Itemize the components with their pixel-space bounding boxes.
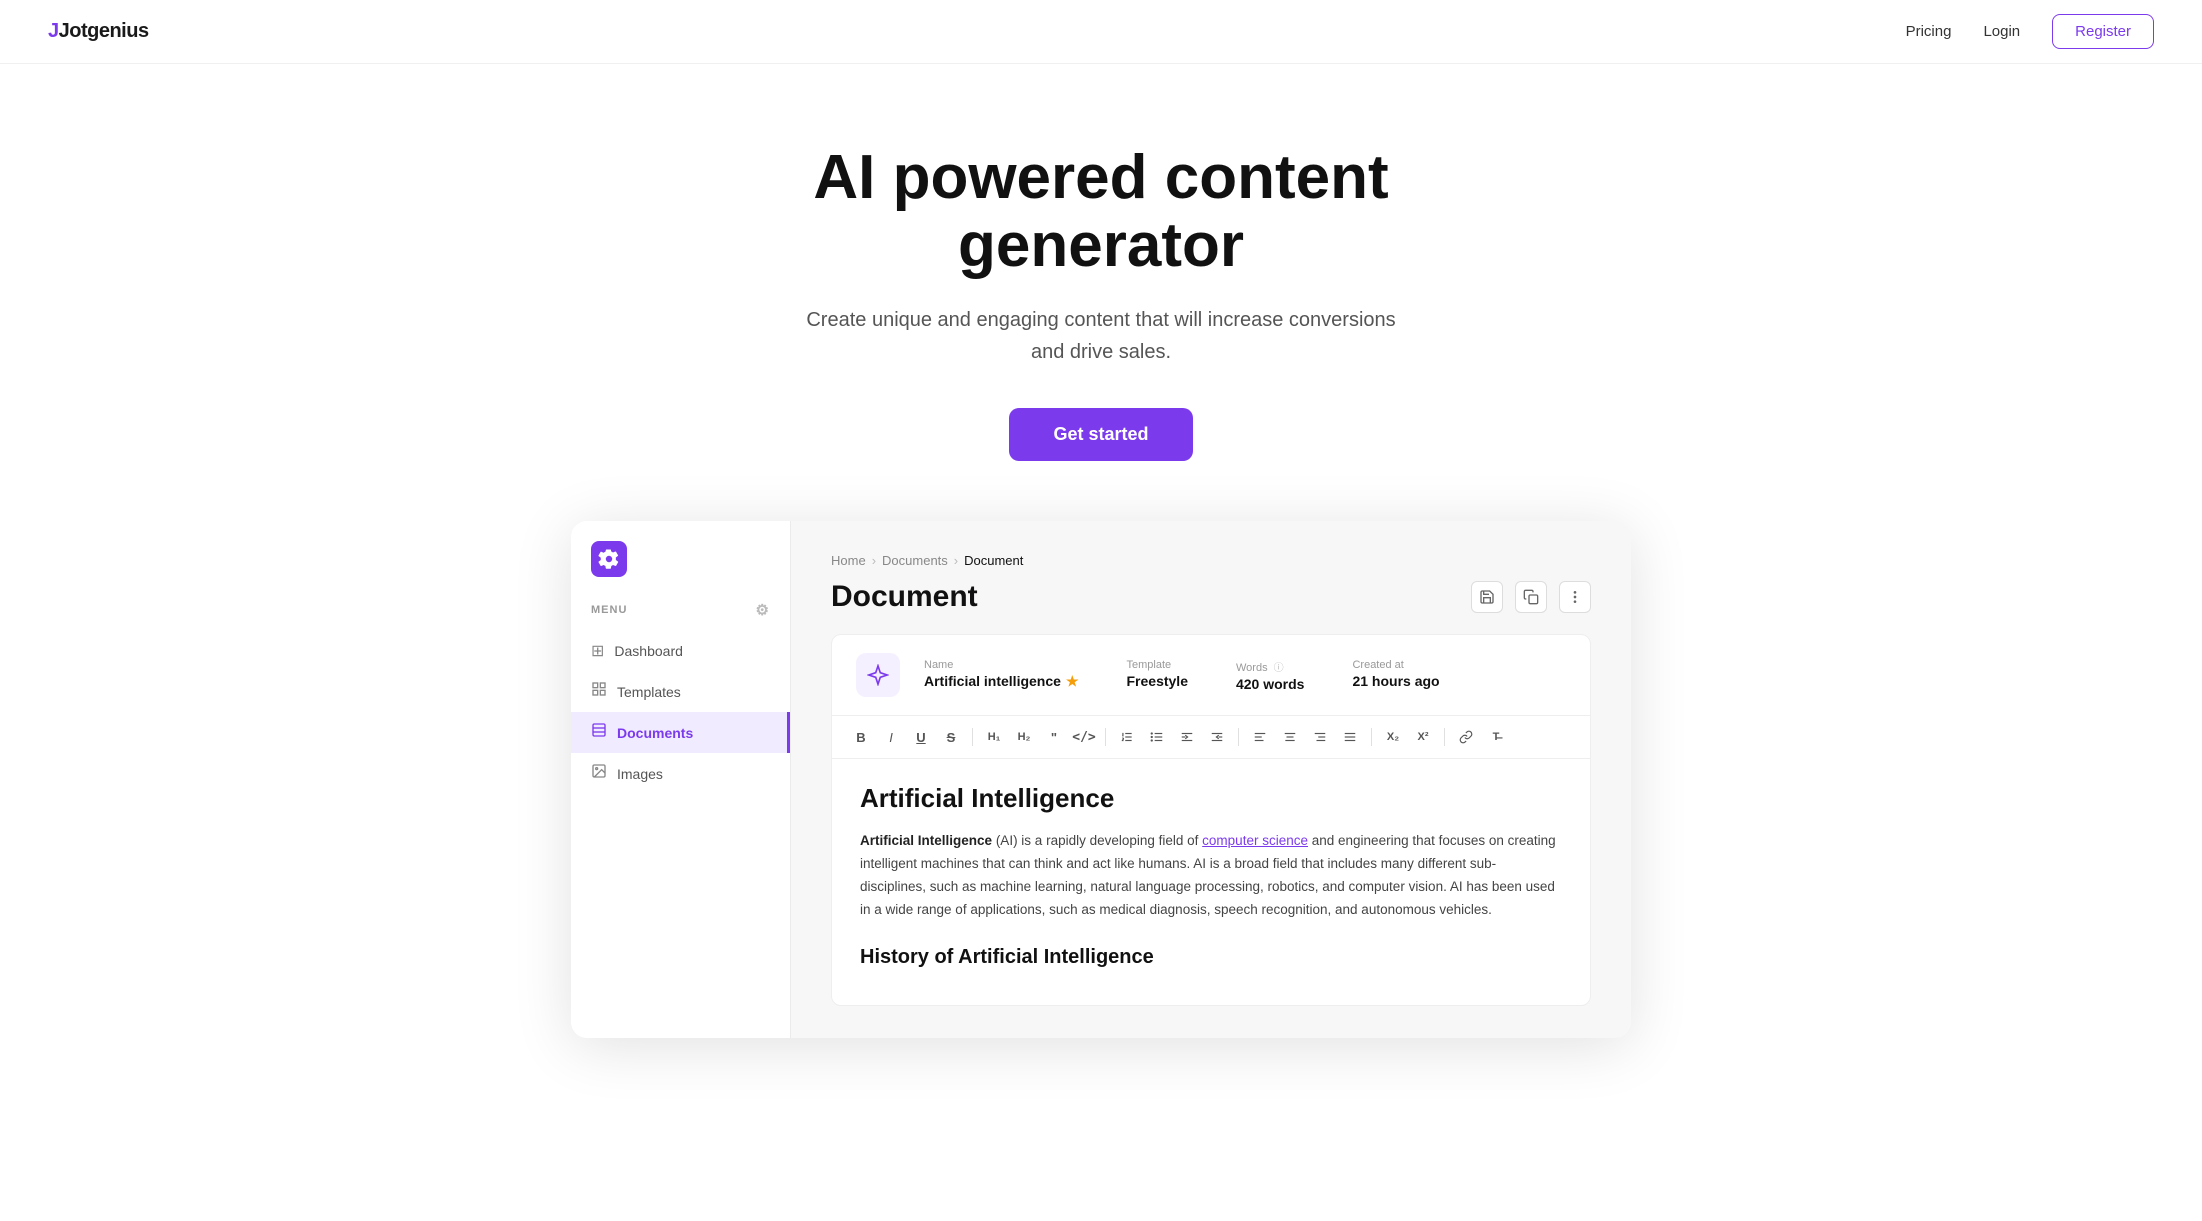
sidebar-item-templates[interactable]: Templates [571, 671, 790, 712]
toolbar-separator-3 [1238, 728, 1239, 746]
link-button[interactable] [1453, 724, 1479, 750]
align-left-button[interactable] [1247, 724, 1273, 750]
name-label: Name [924, 659, 1079, 671]
indent-button[interactable] [1174, 724, 1200, 750]
nav-links: Pricing Login Register [1906, 14, 2154, 49]
content-link-cs[interactable]: computer science [1202, 833, 1308, 848]
hero-section: AI powered content generator Create uniq… [0, 64, 2202, 521]
register-button[interactable]: Register [2052, 14, 2154, 49]
template-label: Template [1127, 659, 1188, 671]
sidebar-item-documents[interactable]: Documents [571, 712, 790, 753]
breadcrumb: Home › Documents › Document [831, 553, 1591, 568]
more-button[interactable] [1559, 581, 1591, 613]
document-card: Name Artificial intelligence ★ Template … [831, 634, 1591, 1006]
doc-meta-fields: Name Artificial intelligence ★ Template … [924, 659, 1440, 692]
sidebar-menu-header: MENU ⚙ [571, 601, 790, 631]
pricing-link[interactable]: Pricing [1906, 23, 1952, 40]
document-header: Document [831, 580, 1591, 614]
documents-icon [591, 722, 607, 743]
justify-button[interactable] [1337, 724, 1363, 750]
get-started-button[interactable]: Get started [1009, 408, 1192, 461]
sidebar-item-label: Dashboard [614, 643, 683, 659]
outdent-button[interactable] [1204, 724, 1230, 750]
doc-meta-template: Template Freestyle [1127, 659, 1188, 692]
app-window: MENU ⚙ ⊞ Dashboard Templates Documents [571, 521, 1631, 1038]
strikethrough-button[interactable]: S [938, 724, 964, 750]
templates-icon [591, 681, 607, 702]
document-actions [1471, 581, 1591, 613]
sidebar: MENU ⚙ ⊞ Dashboard Templates Documents [571, 521, 791, 1038]
align-center-button[interactable] [1277, 724, 1303, 750]
doc-meta-words: Words ⓘ 420 words [1236, 659, 1304, 692]
underline-button[interactable]: U [908, 724, 934, 750]
words-label: Words ⓘ [1236, 659, 1304, 674]
toolbar-separator-5 [1444, 728, 1445, 746]
breadcrumb-sep-2: › [954, 553, 958, 568]
h2-button[interactable]: H₂ [1011, 724, 1037, 750]
breadcrumb-current: Document [964, 553, 1023, 568]
sidebar-item-dashboard[interactable]: ⊞ Dashboard [571, 631, 790, 671]
sidebar-item-images[interactable]: Images [571, 753, 790, 794]
copy-button[interactable] [1515, 581, 1547, 613]
menu-settings-icon[interactable]: ⚙ [756, 601, 770, 619]
hero-heading: AI powered content generator [701, 144, 1501, 280]
content-heading-2: History of Artificial Intelligence [860, 946, 1562, 969]
sidebar-item-label: Images [617, 766, 663, 782]
subscript-button[interactable]: X₂ [1380, 724, 1406, 750]
login-link[interactable]: Login [1983, 23, 2020, 40]
more-icon [1567, 589, 1583, 605]
document-meta-icon [856, 653, 900, 697]
superscript-button[interactable]: X² [1410, 724, 1436, 750]
template-value: Freestyle [1127, 673, 1188, 689]
bold-button[interactable]: B [848, 724, 874, 750]
save-icon [1479, 589, 1495, 605]
h1-button[interactable]: H₁ [981, 724, 1007, 750]
content-paragraph-1: Artificial Intelligence (AI) is a rapidl… [860, 830, 1562, 922]
document-title: Document [831, 580, 978, 614]
content-bold-ai: Artificial Intelligence [860, 833, 992, 848]
unordered-list-button[interactable] [1144, 724, 1170, 750]
main-content: Home › Documents › Document Document [791, 521, 1631, 1038]
document-meta: Name Artificial intelligence ★ Template … [832, 635, 1590, 716]
sidebar-logo-icon [591, 541, 627, 577]
hero-subheading: Create unique and engaging content that … [801, 304, 1401, 368]
created-label: Created at [1352, 659, 1439, 671]
sidebar-item-label: Documents [617, 725, 693, 741]
star-icon: ★ [1066, 673, 1079, 690]
words-value: 420 words [1236, 676, 1304, 692]
toolbar-separator-2 [1105, 728, 1106, 746]
created-value: 21 hours ago [1352, 673, 1439, 689]
clear-format-button[interactable]: T̶ [1483, 724, 1509, 750]
app-window-wrap: MENU ⚙ ⊞ Dashboard Templates Documents [551, 521, 1651, 1038]
align-right-button[interactable] [1307, 724, 1333, 750]
logo[interactable]: JJotgenius [48, 20, 149, 43]
breadcrumb-documents[interactable]: Documents [882, 553, 948, 568]
italic-button[interactable]: I [878, 724, 904, 750]
editor-content[interactable]: Artificial Intelligence Artificial Intel… [832, 759, 1590, 1005]
images-icon [591, 763, 607, 784]
gear-icon [598, 548, 620, 570]
editor-toolbar: B I U S H₁ H₂ " </> [832, 716, 1590, 759]
doc-meta-created: Created at 21 hours ago [1352, 659, 1439, 692]
toolbar-separator-1 [972, 728, 973, 746]
ordered-list-button[interactable] [1114, 724, 1140, 750]
code-button[interactable]: </> [1071, 724, 1097, 750]
quote-button[interactable]: " [1041, 724, 1067, 750]
toolbar-separator-4 [1371, 728, 1372, 746]
copy-icon [1523, 589, 1539, 605]
magic-icon [867, 664, 889, 686]
breadcrumb-sep-1: › [872, 553, 876, 568]
breadcrumb-home[interactable]: Home [831, 553, 866, 568]
navbar: JJotgenius Pricing Login Register [0, 0, 2202, 64]
dashboard-icon: ⊞ [591, 641, 604, 661]
words-info-icon: ⓘ [1274, 663, 1284, 674]
sidebar-logo [571, 541, 790, 601]
menu-label: MENU [591, 604, 627, 616]
content-heading: Artificial Intelligence [860, 783, 1562, 814]
sidebar-item-label: Templates [617, 684, 681, 700]
doc-meta-name: Name Artificial intelligence ★ [924, 659, 1079, 692]
name-value: Artificial intelligence ★ [924, 673, 1079, 690]
save-button[interactable] [1471, 581, 1503, 613]
